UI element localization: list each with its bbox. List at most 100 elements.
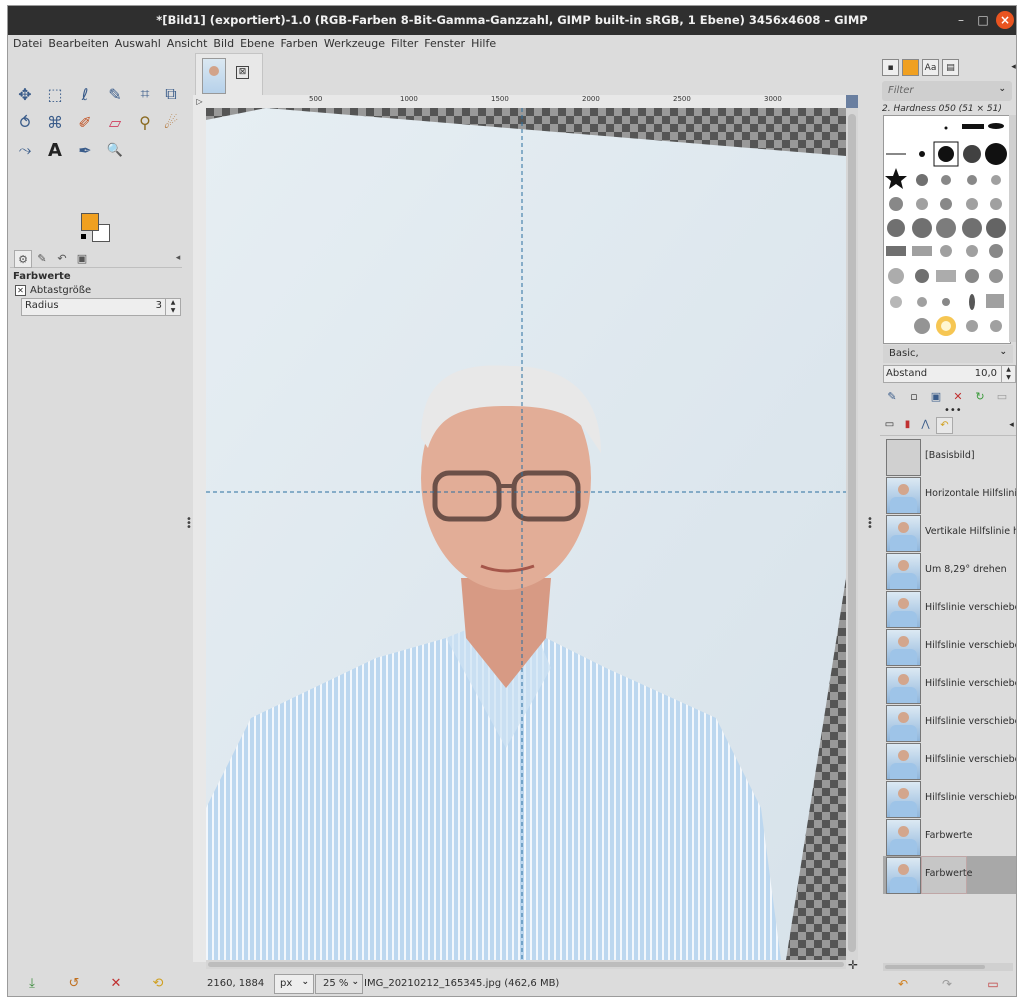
move-tool-icon[interactable]: ✥ [14,83,36,105]
spacing-stepper[interactable]: ▲ ▼ [1001,366,1015,382]
history-item[interactable]: Hilfslinie verschieben [883,628,1016,666]
layers-tab-icon[interactable]: ▭ [882,417,897,432]
history-item[interactable]: Hilfslinie verschieben [883,780,1016,818]
menu-auswahl[interactable]: Auswahl [112,35,164,53]
edit-brush-icon[interactable]: ✎ [883,387,901,405]
radius-value[interactable]: 3 [156,300,162,311]
paintbrush-icon[interactable]: ✐ [74,111,96,133]
right-dock-grip[interactable]: • • • [867,515,873,533]
history-item[interactable]: Horizontale Hilfslinie hi [883,476,1016,514]
open-brush-icon[interactable]: ▭ [993,387,1011,405]
dock-menu-icon[interactable]: ◂ [170,250,186,266]
patterns-tab-icon[interactable] [902,59,919,76]
brush-grid[interactable] [883,115,1011,344]
image-canvas[interactable] [206,108,846,960]
history-horizontal-scrollbar[interactable] [883,963,1013,971]
navigate-button[interactable] [846,95,858,108]
delete-brush-icon[interactable]: ✕ [949,387,967,405]
free-select-icon[interactable]: ℓ [74,83,96,105]
delete-options-icon[interactable]: ✕ [106,973,126,993]
reset-options-icon[interactable]: ⟲ [148,973,168,993]
redo-icon[interactable]: ↷ [938,975,956,993]
fonts-tab-icon[interactable]: Aa [922,59,939,76]
menu-filter[interactable]: Filter [388,35,421,53]
duplicate-brush-icon[interactable]: ▣ [927,387,945,405]
sample-size-row[interactable]: ✕ Abtastgröße [15,285,91,296]
history-item[interactable]: Farbwerte [883,818,1016,856]
zoom-select[interactable]: 25 % ⌄ [315,974,363,994]
dock-menu-icon[interactable]: ◂ [1004,417,1016,432]
history-item[interactable]: Hilfslinie verschieben [883,704,1016,742]
quickmask-toggle[interactable]: ▷ [193,95,207,109]
menu-bearbeiten[interactable]: Bearbeiten [45,35,111,53]
cage-icon[interactable]: ⌘ [44,111,66,133]
zoom-icon[interactable]: 🔍 [104,139,126,161]
menu-ansicht[interactable]: Ansicht [164,35,211,53]
eraser-icon[interactable]: ▱ [104,111,126,133]
history-item-selected[interactable]: Farbwerte [883,856,1016,894]
image-tab-close[interactable]: ⊠ [236,66,249,79]
clone-icon[interactable]: ⚲ [134,111,156,133]
history-item[interactable]: [Basisbild] [883,438,1016,476]
undo-history-tab-icon[interactable]: ↶ [54,250,70,266]
close-button[interactable]: × [996,11,1014,29]
menu-bild[interactable]: Bild [210,35,237,53]
radius-stepper[interactable]: ▲ ▼ [165,299,180,315]
default-colors-icon[interactable] [81,234,86,239]
minimize-button[interactable]: – [952,11,970,29]
horizontal-scrollbar[interactable] [206,960,846,969]
vertical-scrollbar[interactable] [846,108,858,960]
refresh-brushes-icon[interactable]: ↻ [971,387,989,405]
vertical-scroll-thumb[interactable] [848,114,856,952]
navigate-cross-icon[interactable]: ✛ [848,958,858,972]
maximize-button[interactable]: □ [974,11,992,29]
tool-options-tab-icon[interactable]: ⚙ [14,250,32,268]
device-status-tab-icon[interactable]: ✎ [34,250,50,266]
new-brush-icon[interactable]: ▫ [905,387,923,405]
channels-tab-icon[interactable]: ▮ [900,417,915,432]
dock-menu-icon[interactable]: ◂ [1006,59,1016,74]
text-tool-icon[interactable]: A [44,139,66,161]
menu-fenster[interactable]: Fenster [421,35,468,53]
menu-farben[interactable]: Farben [278,35,321,53]
smudge-icon[interactable]: ☄ [160,111,182,133]
document-history-tab-icon[interactable]: ▤ [942,59,959,76]
foreground-color-swatch[interactable] [81,213,99,231]
images-tab-icon[interactable]: ▣ [74,250,90,266]
unit-select[interactable]: px ⌄ [274,974,314,994]
menu-hilfe[interactable]: Hilfe [468,35,499,53]
brush-filter[interactable]: Filter ⌄ [882,81,1012,101]
undo-icon[interactable]: ↶ [894,975,912,993]
history-item[interactable]: Um 8,29° drehen [883,552,1016,590]
history-item[interactable]: Hilfslinie verschieben [883,742,1016,780]
spacing-spinner[interactable]: Abstand 10,0 ▲ ▼ [883,365,1016,383]
horizontal-ruler[interactable]: 500 1000 1500 2000 2500 3000 [206,95,846,109]
history-item[interactable]: Hilfslinie verschieben [883,590,1016,628]
brush-set-select[interactable]: Basic, ⌄ [883,345,1013,363]
undo-history-tab-icon[interactable]: ↶ [936,417,953,434]
rect-select-icon[interactable]: ⬚ [44,83,66,105]
history-item[interactable]: Hilfslinie verschieben [883,666,1016,704]
menu-werkzeuge[interactable]: Werkzeuge [321,35,388,53]
menu-ebene[interactable]: Ebene [237,35,277,53]
save-options-icon[interactable]: ⤓ [22,973,42,993]
history-item[interactable]: Vertikale Hilfslinie hinzu [883,514,1016,552]
brush-scrollbar[interactable] [1009,115,1016,342]
vertical-ruler[interactable] [193,108,207,962]
sample-size-checkbox[interactable]: ✕ [15,285,26,296]
warp-icon[interactable]: ⥀ [14,111,36,133]
brushes-tab-icon[interactable]: ▪ [882,59,899,76]
spacing-value[interactable]: 10,0 [975,368,997,379]
left-dock-grip[interactable]: • • • [186,515,192,533]
radius-spinner[interactable]: Radius 3 ▲ ▼ [21,298,181,316]
horizontal-scroll-thumb[interactable] [208,962,844,967]
panel-separator-grip[interactable]: ••• [944,406,962,416]
clear-history-icon[interactable]: ▭ [984,975,1002,993]
crop-icon[interactable]: ⌗ [134,83,156,105]
image-tab[interactable]: ⊠ [195,53,263,96]
paths-tab-icon[interactable]: ⋀ [918,417,933,432]
restore-options-icon[interactable]: ↺ [64,973,84,993]
paths-icon[interactable]: ⤳ [14,139,36,161]
menu-datei[interactable]: Datei [10,35,45,53]
transform-icon[interactable]: ⧉ [160,83,182,105]
